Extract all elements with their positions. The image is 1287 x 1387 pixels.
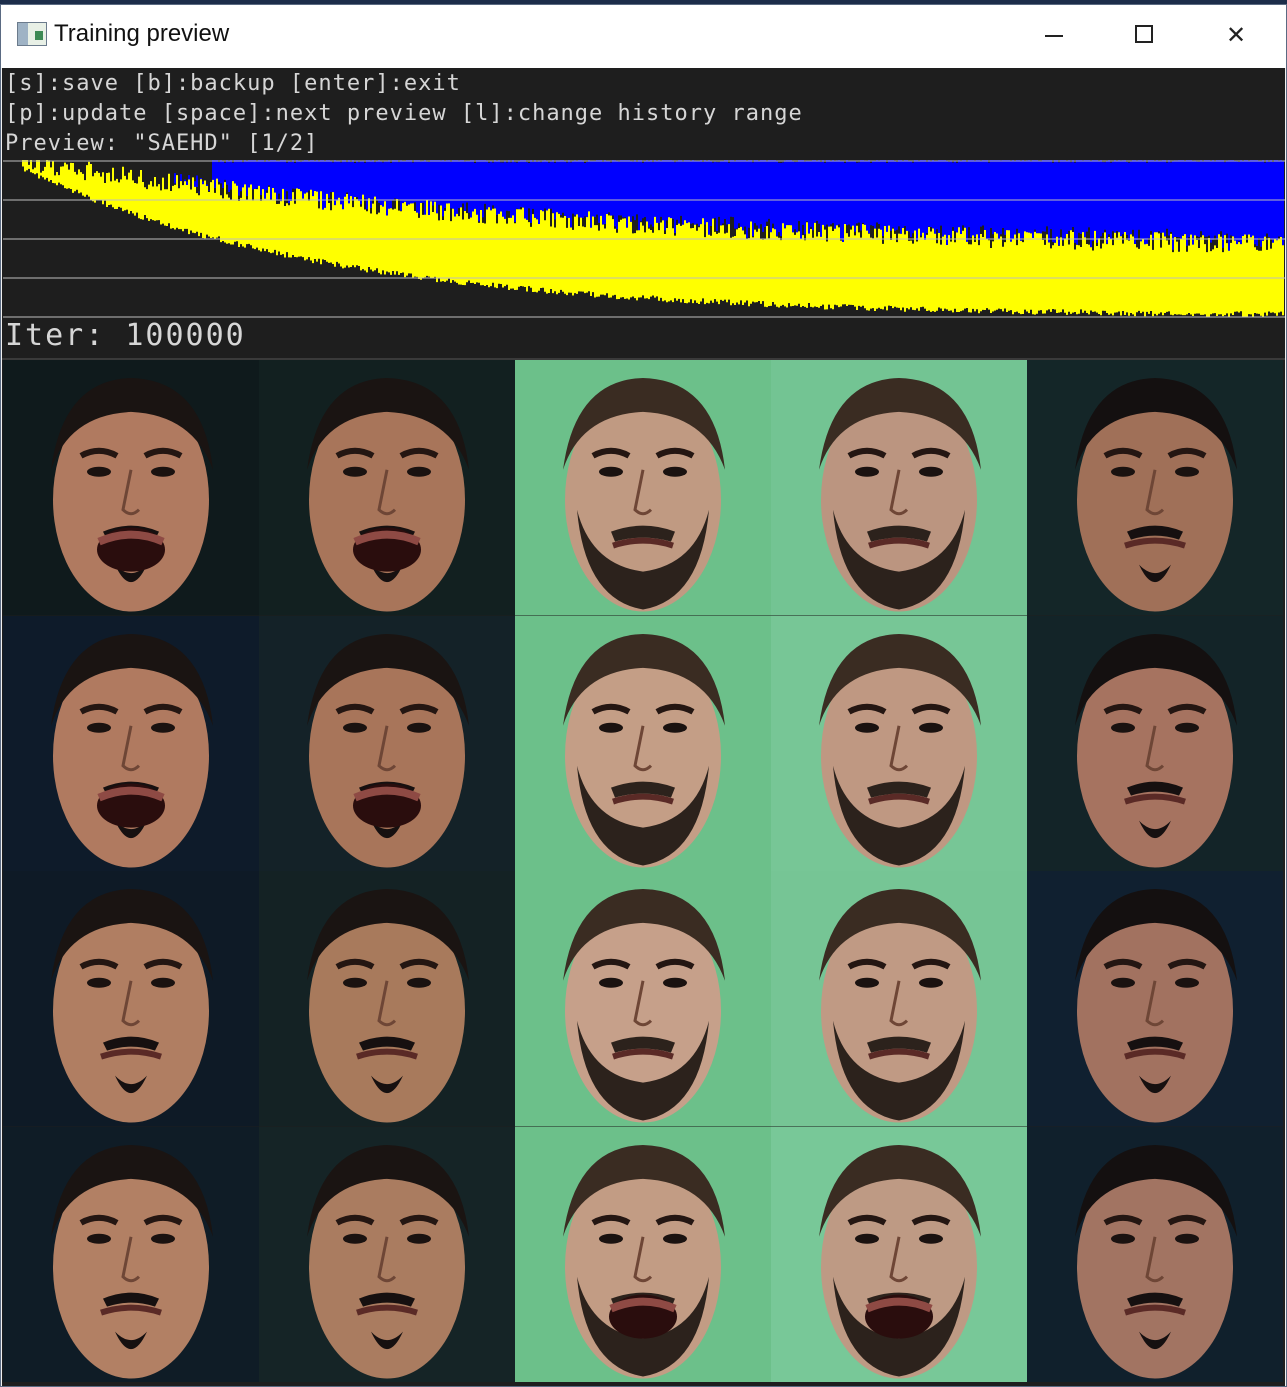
preview-face-dst (515, 615, 771, 871)
minimize-icon (1045, 35, 1063, 37)
help-line-status: Preview: "SAEHD" [1/2] (5, 131, 319, 156)
preview-face-dst (515, 1126, 771, 1382)
preview-face-src-pred (259, 1126, 515, 1382)
preview-face-swap (1027, 1126, 1283, 1382)
preview-face-src-pred (259, 871, 515, 1127)
minimize-button[interactable] (1019, 15, 1089, 55)
preview-face-dst-pred (771, 1126, 1027, 1382)
close-icon: ✕ (1225, 21, 1247, 49)
preview-face-dst (515, 871, 771, 1127)
preview-face-dst-pred (771, 615, 1027, 871)
preview-face-swap (1027, 871, 1283, 1127)
training-preview-window: Training preview ✕ [s]:save [b]:backup [… (0, 4, 1287, 1387)
preview-face-src (3, 360, 259, 616)
preview-grid (3, 360, 1283, 1382)
preview-face-src (3, 615, 259, 871)
preview-face-src-pred (259, 360, 515, 616)
preview-face-src-pred (259, 615, 515, 871)
close-button[interactable]: ✕ (1201, 15, 1271, 55)
preview-face-swap (1027, 360, 1283, 616)
maximize-icon (1135, 25, 1153, 43)
preview-canvas[interactable]: [s]:save [b]:backup [enter]:exit [p]:upd… (2, 68, 1285, 1386)
preview-face-swap (1027, 615, 1283, 871)
preview-face-dst-pred (771, 360, 1027, 616)
iteration-counter: Iter: 100000 (5, 318, 246, 353)
app-icon (17, 22, 47, 46)
window-title: Training preview (54, 20, 230, 47)
maximize-button[interactable] (1109, 15, 1179, 55)
title-bar[interactable]: Training preview ✕ (1, 5, 1286, 68)
help-line-preview: [p]:update [space]:next preview [l]:chan… (5, 101, 803, 126)
preview-face-src (3, 871, 259, 1127)
preview-face-dst-pred (771, 871, 1027, 1127)
help-line-keys: [s]:save [b]:backup [enter]:exit (5, 71, 461, 96)
loss-history-graph (3, 160, 1285, 320)
preview-face-src (3, 1126, 259, 1382)
preview-face-dst (515, 360, 771, 616)
